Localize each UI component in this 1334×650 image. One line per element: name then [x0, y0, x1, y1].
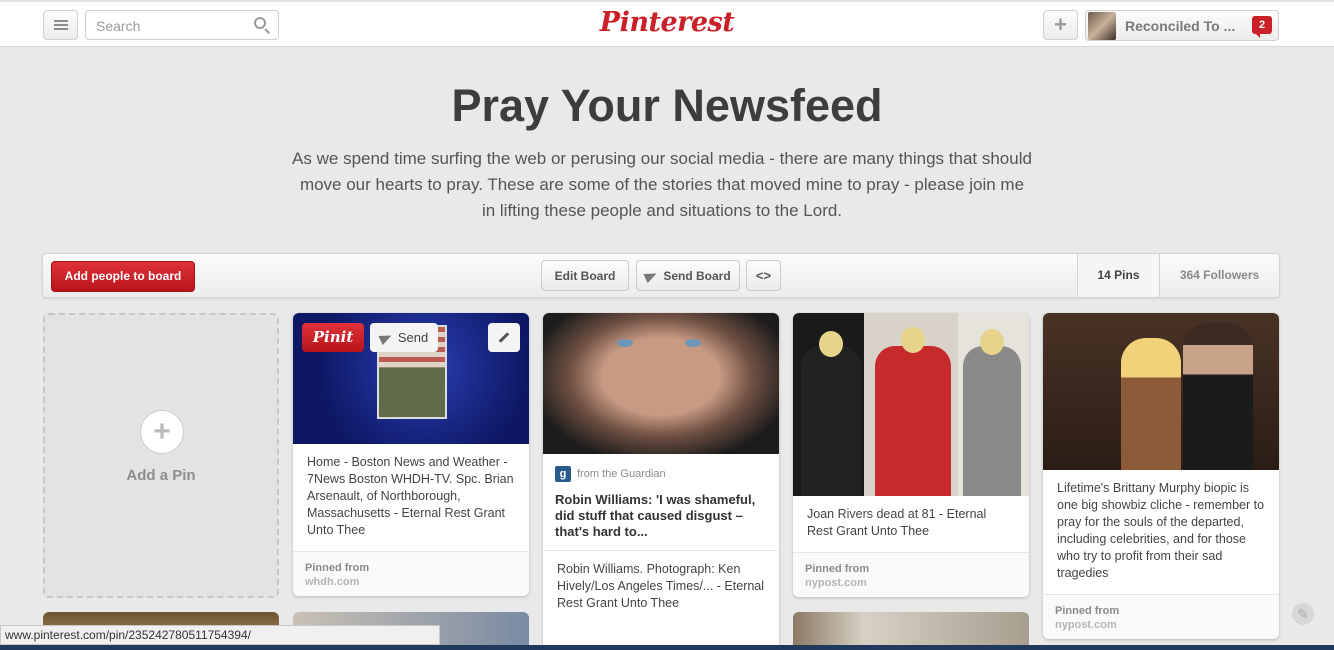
photo-head [980, 329, 1004, 355]
photo-figure [875, 346, 951, 496]
edit-pin-button[interactable] [488, 323, 520, 352]
os-taskbar [0, 645, 1334, 650]
pin-description: Lifetime's Brittany Murphy biopic is one… [1057, 481, 1265, 580]
pin-image[interactable] [1043, 313, 1279, 470]
board-title: Pray Your Newsfeed [451, 80, 883, 131]
pin-card[interactable]: Pinit Send Home - Boston News and Weathe… [293, 313, 529, 596]
guardian-icon: g [555, 466, 571, 482]
notification-badge[interactable]: 2 [1252, 16, 1272, 38]
board-toolbar: Add people to board Edit Board Send Boar… [42, 253, 1280, 298]
edit-board-button[interactable]: Edit Board [541, 260, 629, 291]
send-icon [643, 268, 659, 283]
pencil-icon [498, 332, 510, 343]
send-icon [378, 330, 394, 345]
send-board-label: Send Board [663, 268, 731, 283]
pin-card[interactable]: Joan Rivers dead at 81 - Eternal Rest Gr… [793, 313, 1029, 597]
photo-figure [1121, 338, 1181, 470]
pin-image[interactable] [793, 313, 1029, 496]
browser-status-bar: www.pinterest.com/pin/235242780511754394… [0, 625, 440, 645]
followers-tab[interactable]: 364 Followers [1160, 254, 1279, 297]
add-pin-label: Add a Pin [126, 467, 196, 484]
pinned-from-domain[interactable]: whdh.com [305, 576, 517, 588]
photo-head [819, 331, 843, 357]
pin-card[interactable]: g from the Guardian Robin Williams: 'I w… [543, 313, 779, 650]
pin-image[interactable] [543, 313, 779, 454]
pin-description: Home - Boston News and Weather - 7News B… [307, 455, 514, 537]
send-label: Send [397, 330, 429, 345]
send-pin-button[interactable]: Send [370, 323, 438, 352]
embed-button[interactable]: <> [746, 260, 781, 291]
pinned-from-domain[interactable]: nypost.com [1055, 619, 1267, 631]
board-description: As we spend time surfing the web or peru… [292, 149, 1032, 220]
source-label: from the Guardian [577, 468, 666, 480]
face-eyes [603, 339, 723, 349]
avatar [1088, 12, 1116, 40]
pinned-from-label: Pinned from [805, 563, 870, 575]
pinned-from-label: Pinned from [305, 562, 370, 574]
add-pin-card[interactable]: + Add a Pin [43, 313, 279, 598]
top-header: Search Pinterest + Reconciled To ... 2 [0, 0, 1334, 47]
add-people-button[interactable]: Add people to board [51, 261, 195, 292]
pin-source[interactable]: g from the Guardian [543, 454, 779, 482]
photo-figure [1183, 323, 1253, 470]
user-name: Reconciled To ... [1125, 18, 1236, 34]
pin-card[interactable]: Lifetime's Brittany Murphy biopic is one… [1043, 313, 1279, 639]
photo-head [901, 327, 925, 353]
pinned-from-label: Pinned from [1055, 605, 1120, 617]
plus-icon: + [140, 410, 184, 454]
pin-image[interactable]: Pinit Send [293, 313, 529, 444]
pinned-from-domain[interactable]: nypost.com [805, 577, 1017, 589]
pinit-button[interactable]: Pinit [302, 323, 364, 352]
pin-attribution[interactable]: Pinned from nypost.com [793, 552, 1029, 597]
pins-count-tab[interactable]: 14 Pins [1077, 254, 1160, 297]
send-board-button[interactable]: Send Board [636, 260, 740, 291]
photo-figure [801, 346, 861, 496]
pin-headline[interactable]: Robin Williams: 'I was shameful, did stu… [543, 482, 779, 550]
pin-description: Robin Williams. Photograph: Ken Hively/L… [543, 550, 779, 624]
pin-description: Joan Rivers dead at 81 - Eternal Rest Gr… [807, 507, 987, 538]
photo-figure [963, 346, 1021, 496]
add-button[interactable]: + [1043, 10, 1078, 40]
user-profile-button[interactable]: Reconciled To ... 2 [1085, 10, 1279, 41]
pin-attribution[interactable]: Pinned from whdh.com [293, 551, 529, 596]
feather-icon[interactable]: ✎ [1292, 603, 1314, 625]
pin-attribution[interactable]: Pinned from nypost.com [1043, 594, 1279, 639]
